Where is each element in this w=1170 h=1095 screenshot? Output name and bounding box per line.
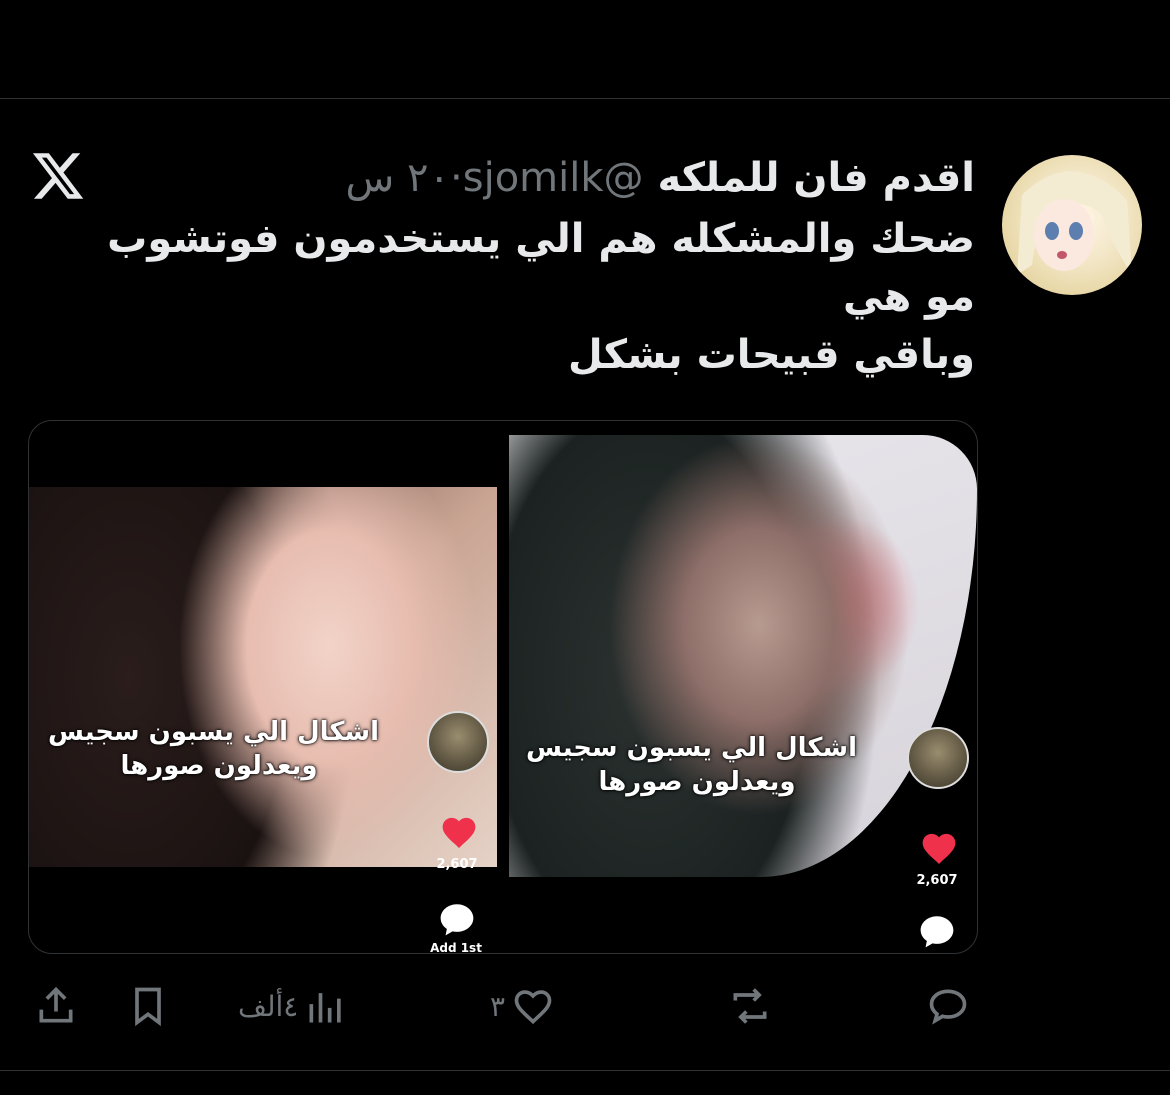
avatar[interactable]: [1002, 155, 1142, 295]
media-right-creator-avatar: [907, 727, 969, 789]
media-left-comment-label: Add 1st: [430, 941, 482, 954]
display-name[interactable]: اقدم فان للملكه: [657, 155, 975, 201]
media-photo-right[interactable]: [509, 435, 977, 877]
media-right-like-count: 2,607: [916, 873, 958, 888]
like-count: ٣: [490, 989, 506, 1023]
overlay-line: ويعدلون صورها: [120, 751, 318, 781]
media-right-overlay: اشكال الي يسبون سجيس ويعدلون صورها: [525, 731, 857, 799]
top-divider: [0, 98, 1170, 99]
share-icon: [39, 986, 73, 1023]
reply-button[interactable]: [926, 982, 970, 1030]
bookmark-button[interactable]: [126, 982, 170, 1030]
tweet-media[interactable]: اشكال الي يسبون سجيس ويعدلون صورها 2,607…: [28, 420, 978, 954]
comment-icon: [440, 904, 474, 936]
tweet-header: اقدم فان للملكه @sjomilk·٢٠ س: [346, 150, 976, 206]
retweet-icon: [733, 988, 767, 1024]
media-left-creator-avatar: [427, 711, 489, 773]
like-button[interactable]: ٣: [484, 982, 555, 1030]
overlay-line: ويعدلون صورها: [598, 767, 796, 797]
bottom-divider: [0, 1070, 1170, 1071]
like-icon: [514, 990, 552, 1025]
retweet-button[interactable]: [728, 982, 772, 1030]
views-count: ٤ألف: [238, 989, 299, 1023]
handle[interactable]: @sjomilk: [463, 155, 644, 201]
dot-separator: ·: [450, 155, 463, 201]
overlay-line: اشكال الي يسبون سجيس: [525, 733, 857, 763]
overlay-line: اشكال الي يسبون سجيس: [47, 717, 379, 747]
tweet-text-line: وباقي قبيحات بشكل: [568, 332, 975, 378]
views-button[interactable]: ٤ألف: [232, 982, 348, 1030]
media-left-overlay: اشكال الي يسبون سجيس ويعدلون صورها: [47, 715, 379, 783]
bookmark-icon: [135, 987, 161, 1027]
tweet-text-line: ضحك والمشكله هم الي يستخدمون فوتشوب: [107, 216, 975, 262]
heart-icon: [922, 833, 956, 865]
reply-icon: [929, 989, 967, 1025]
timestamp[interactable]: ٢٠ س: [346, 155, 451, 201]
heart-icon: [442, 817, 476, 849]
x-logo-icon[interactable]: [30, 148, 86, 204]
tweet-text-line: مو هي: [843, 274, 975, 320]
comment-icon: [920, 916, 954, 948]
media-photo-left[interactable]: [29, 487, 497, 867]
share-button[interactable]: [34, 982, 78, 1030]
media-left-like-count: 2,607: [436, 857, 478, 872]
tweet-text: ضحك والمشكله هم الي يستخدمون فوتشوب مو ه…: [15, 210, 975, 384]
views-icon: [309, 993, 342, 1023]
